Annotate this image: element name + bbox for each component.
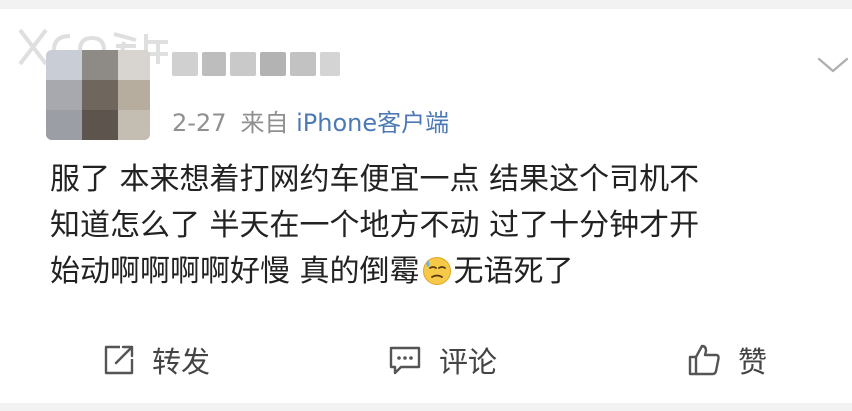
- repost-label: 转发: [152, 345, 211, 379]
- source-app-link[interactable]: iPhone客户端: [296, 109, 449, 137]
- post-line-3-text: 始动啊啊啊啊好慢 真的倒霉: [50, 254, 420, 289]
- comment-label: 评论: [439, 345, 498, 379]
- post-meta: 2-27 来自 iPhone客户端: [172, 103, 449, 138]
- repost-button[interactable]: 转发: [102, 340, 210, 380]
- chevron-down-icon[interactable]: [815, 54, 851, 76]
- source-prefix: 来自: [240, 109, 289, 137]
- repost-icon: [104, 345, 134, 375]
- username-redacted[interactable]: [172, 46, 362, 80]
- action-bar: 转发 评论 赞: [0, 328, 852, 388]
- post-line-2: 知道怎么了 半天在一个地方不动 过了十分钟才开: [50, 208, 700, 243]
- post-line-3: 始动啊啊啊啊好慢 真的倒霉 无语死了: [50, 249, 820, 295]
- sweat-face-emoji-icon: [422, 257, 451, 285]
- like-label: 赞: [738, 345, 768, 379]
- comment-button[interactable]: 评论: [387, 340, 497, 380]
- comment-icon: [389, 346, 421, 375]
- like-button[interactable]: 赞: [686, 340, 767, 380]
- post-line-3-tail: 无语死了: [453, 254, 574, 289]
- post-text: 服了 本来想着打网约车便宜一点 结果这个司机不 知道怎么了 半天在一个地方不动 …: [50, 157, 820, 295]
- avatar[interactable]: [46, 50, 150, 140]
- post-time: 2-27: [172, 109, 227, 137]
- post-line-1: 服了 本来想着打网约车便宜一点 结果这个司机不: [50, 162, 700, 197]
- thumbs-up-icon: [688, 344, 720, 376]
